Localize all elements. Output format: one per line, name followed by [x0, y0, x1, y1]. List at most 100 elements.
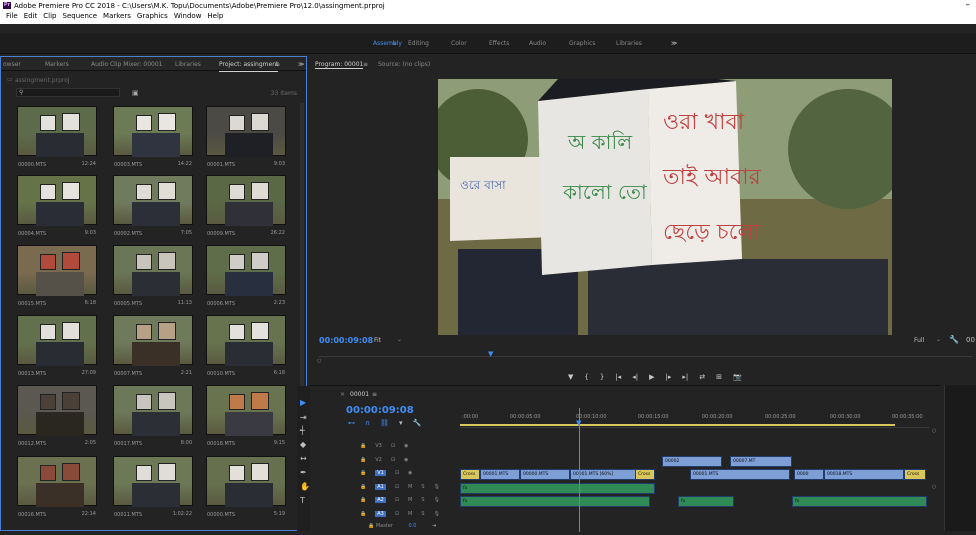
menu-help[interactable]: Help — [207, 12, 223, 24]
clip-thumbnail[interactable]: 00000.MTS 12:24 — [17, 106, 97, 172]
playhead-marker-icon[interactable]: ▼ — [576, 419, 581, 427]
workspace-libraries[interactable]: Libraries — [616, 40, 642, 47]
workspace-graphics[interactable]: Graphics — [569, 40, 596, 47]
workspace-editing[interactable]: Editing — [408, 40, 429, 47]
workspace-assembly[interactable]: Assembly — [373, 40, 402, 47]
linked-selection-icon[interactable]: ⛓ — [380, 419, 389, 427]
clip-thumbnail[interactable]: 00012.MTS 2:05 — [17, 385, 97, 451]
add-marker-icon[interactable]: ▼ — [568, 373, 573, 381]
program-menu-icon[interactable]: ≡ — [363, 61, 368, 68]
work-area-bar[interactable] — [460, 424, 895, 426]
mic-icon[interactable]: 🎙 — [434, 484, 440, 490]
sync-icon[interactable]: ⊡ — [391, 443, 395, 449]
clip-thumbnail[interactable]: 00013.MTS 27:09 — [17, 315, 97, 381]
timeline-timecode[interactable]: 00:00:09:08 — [346, 405, 414, 416]
razor-tool-icon[interactable]: ◆ — [300, 440, 306, 449]
panel-menu-icon[interactable]: ≡ — [275, 61, 280, 68]
lock-icon[interactable]: 🔒 — [360, 443, 366, 449]
track-label[interactable]: A3 — [375, 511, 386, 517]
mute-button[interactable]: M — [408, 484, 412, 490]
clip-thumbnail[interactable]: 00015.MTS 6:18 — [17, 245, 97, 311]
track-label[interactable]: A2 — [375, 497, 386, 503]
workspace-effects[interactable]: Effects — [489, 40, 509, 47]
tab-source[interactable]: Source: (no clips) — [378, 61, 430, 68]
go-to-in-icon[interactable]: |◂ — [615, 373, 621, 381]
tab-sequence[interactable]: 00001 — [350, 391, 369, 398]
pen-tool-icon[interactable]: ✒ — [300, 468, 307, 477]
mark-in-icon[interactable]: { — [584, 373, 588, 381]
program-playhead[interactable]: ▼ — [488, 350, 493, 358]
clip-thumbnail[interactable]: 00018.MTS 9:15 — [206, 385, 286, 451]
workspace-menu-icon[interactable]: ≡ — [392, 40, 397, 47]
clip-v1-00000[interactable]: 00000.MTS — [520, 469, 570, 480]
clip-thumbnail[interactable]: 00009.MTS 26:22 — [206, 175, 286, 241]
more-workspaces-icon[interactable]: ≫ — [671, 40, 677, 47]
tab-media-browser[interactable]: owser — [3, 61, 21, 68]
fit-dropdown[interactable]: Fit — [374, 337, 381, 344]
wrench-icon[interactable]: 🔧 — [949, 335, 959, 344]
extract-icon[interactable]: ⊞ — [716, 373, 722, 381]
tab-project[interactable]: Project: assingment — [219, 61, 279, 72]
lift-icon[interactable]: ⇄ — [699, 373, 705, 381]
lock-icon[interactable]: 🔒 — [360, 484, 366, 490]
camera-icon[interactable]: 📷 — [733, 373, 742, 381]
tab-audio-clip-mixer[interactable]: Audio Clip Mixer: 00001 — [91, 61, 162, 68]
track-label[interactable]: V1 — [375, 470, 386, 476]
mute-button[interactable]: M — [408, 497, 412, 503]
master-volume[interactable]: 0.0 — [409, 523, 417, 529]
clip-a2b[interactable]: fx — [678, 496, 734, 507]
clip-a1[interactable]: fx — [460, 483, 655, 494]
workspace-audio[interactable]: Audio — [529, 40, 546, 47]
go-to-end-icon[interactable]: ⇥ — [432, 523, 436, 529]
clip-thumbnail[interactable]: 00001.MTS 9:03 — [206, 106, 286, 172]
play-icon[interactable]: ▶ — [649, 373, 654, 381]
program-timecode[interactable]: 00:00:09:08 — [319, 336, 373, 345]
solo-button[interactable]: S — [421, 484, 424, 490]
clip-thumbnail[interactable]: 00002.MTS 7:05 — [113, 175, 193, 241]
close-sequence-icon[interactable]: × — [340, 391, 345, 398]
transition-cross[interactable]: Cross — [635, 469, 655, 480]
workspace-color[interactable]: Color — [451, 40, 467, 47]
snap-icon[interactable]: ∩ — [365, 419, 370, 427]
program-scrub-bar[interactable] — [318, 356, 972, 357]
transition-cross[interactable]: Cross — [460, 469, 480, 480]
slip-tool-icon[interactable]: ↔ — [300, 454, 307, 463]
resolution-dropdown[interactable]: Full — [914, 337, 924, 344]
menu-markers[interactable]: Markers — [103, 12, 131, 24]
add-marker-icon[interactable]: ▾ — [399, 419, 403, 427]
tab-markers[interactable]: Markers — [45, 61, 69, 68]
sequence-menu-icon[interactable]: ≡ — [372, 391, 377, 398]
solo-button[interactable]: S — [421, 511, 424, 517]
go-to-out-icon[interactable]: ▸| — [682, 373, 688, 381]
clip-thumbnail[interactable]: 00017.MTS 8:00 — [113, 385, 193, 451]
clip-thumbnail[interactable]: 00007.MTS 2:21 — [113, 315, 193, 381]
clip-thumbnail[interactable]: 00016.MTS 22:14 — [17, 456, 97, 522]
search-input[interactable]: ⚲ — [16, 88, 120, 97]
menu-clip[interactable]: Clip — [43, 12, 56, 24]
nest-icon[interactable]: ⊷ — [348, 419, 355, 427]
menu-edit[interactable]: Edit — [24, 12, 38, 24]
zoom-handle[interactable]: ○ — [932, 484, 936, 490]
mic-icon[interactable]: 🎙 — [434, 511, 440, 517]
zoom-handle[interactable]: ○ — [932, 428, 936, 434]
menu-file[interactable]: File — [6, 12, 18, 24]
lock-icon[interactable]: 🔒 — [360, 497, 366, 503]
clip-v1-00001[interactable]: 00001.MTS — [480, 469, 520, 480]
sync-icon[interactable]: ⊡ — [395, 497, 399, 503]
sync-icon[interactable]: ⊡ — [395, 511, 399, 517]
timeline-settings-icon[interactable]: 🔧 — [413, 419, 422, 427]
selection-tool-icon[interactable]: ▶ — [300, 398, 306, 407]
eye-icon[interactable]: ◉ — [404, 443, 408, 449]
mic-icon[interactable]: 🎙 — [434, 497, 440, 503]
zoom-handle[interactable]: ○ — [317, 358, 321, 364]
clip-thumbnail[interactable]: 00003.MTS 14:22 — [113, 106, 193, 172]
clip-thumbnail[interactable]: 00000.MTS 5:19 — [206, 456, 286, 522]
lock-icon[interactable]: 🔒 — [360, 457, 366, 463]
clip-thumbnail[interactable]: 00006.MTS 2:23 — [206, 245, 286, 311]
eye-icon[interactable]: ◉ — [408, 470, 412, 476]
mark-out-icon[interactable]: } — [600, 373, 604, 381]
transition-cross[interactable]: Cross — [904, 469, 926, 480]
eye-icon[interactable]: ◉ — [404, 457, 408, 463]
ripple-edit-tool-icon[interactable]: ┽ — [300, 426, 305, 435]
lock-icon[interactable]: 🔒 — [360, 470, 366, 476]
